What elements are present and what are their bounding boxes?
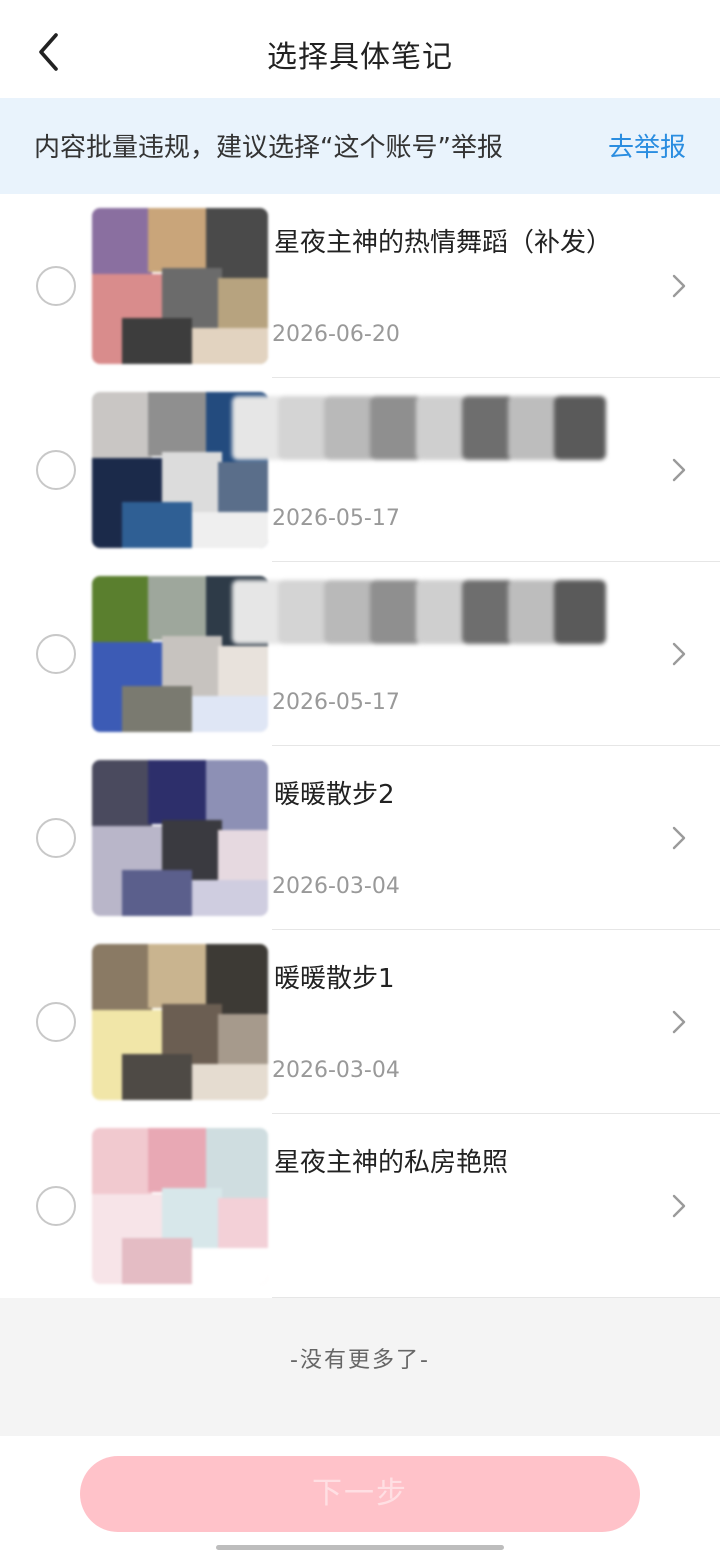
chevron-right-icon[interactable] [670,824,688,852]
note-row[interactable]: 星夜主神的私房艳照 [0,1114,720,1298]
note-thumbnail [92,1128,268,1284]
note-thumbnail [92,944,268,1100]
note-date: 2026-06-20 [272,322,400,347]
select-radio[interactable] [36,266,76,306]
chevron-right-icon[interactable] [670,1008,688,1036]
select-radio[interactable] [36,450,76,490]
select-radio[interactable] [36,818,76,858]
chevron-right-icon[interactable] [670,272,688,300]
chevron-right-icon[interactable] [670,1192,688,1220]
home-indicator [216,1545,504,1550]
note-row[interactable]: 暖暖散步2 2026-03-04 [0,746,720,930]
note-title: 暖暖散步2 [274,780,395,810]
note-date: 2026-05-17 [272,506,400,531]
note-thumbnail [92,760,268,916]
select-radio[interactable] [36,1002,76,1042]
header: 选择具体笔记 [0,0,720,98]
note-row[interactable]: 2026-05-17 [0,378,720,562]
no-more-text: -没有更多了- [290,1348,430,1373]
page-title: 选择具体笔记 [267,40,453,75]
select-radio[interactable] [36,1186,76,1226]
note-date: 2026-03-04 [272,1058,400,1083]
batch-violation-banner: 内容批量违规，建议选择“这个账号”举报 去举报 [0,98,720,194]
select-radio[interactable] [36,634,76,674]
next-step-button[interactable]: 下一步 [80,1456,640,1532]
note-title: 暖暖散步1 [274,964,395,994]
obscured-title [232,388,612,472]
note-row[interactable]: 暖暖散步1 2026-03-04 [0,930,720,1114]
chevron-right-icon[interactable] [670,456,688,484]
chevron-right-icon[interactable] [670,640,688,668]
note-list: 星夜主神的热情舞蹈（补发） 2026-06-20 2026-05-17 2026-05… [0,194,720,1298]
list-footer: -没有更多了- [0,1298,720,1436]
note-date: 2026-03-04 [272,874,400,899]
note-date: 2026-05-17 [272,690,400,715]
obscured-title [232,572,612,656]
note-title: 星夜主神的热情舞蹈（补发） [274,228,613,258]
banner-text: 内容批量违规，建议选择“这个账号”举报 [34,133,503,163]
note-row[interactable]: 星夜主神的热情舞蹈（补发） 2026-06-20 [0,194,720,378]
note-row[interactable]: 2026-05-17 [0,562,720,746]
report-account-link[interactable]: 去举报 [608,127,686,164]
note-thumbnail [92,208,268,364]
note-title: 星夜主神的私房艳照 [274,1148,509,1178]
